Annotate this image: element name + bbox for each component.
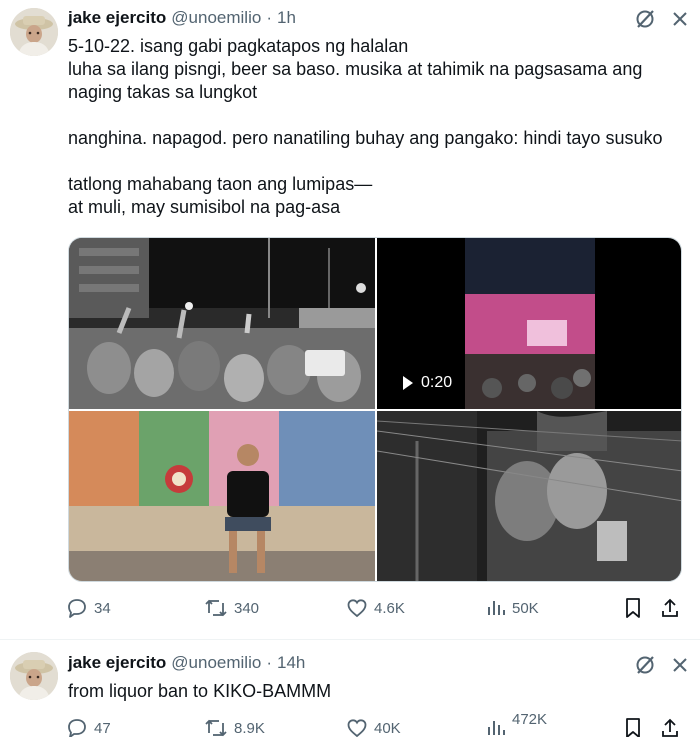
views-icon[interactable] — [486, 717, 506, 737]
like-count: 4.6K — [374, 599, 405, 617]
more-icon[interactable] — [670, 655, 690, 675]
tweet-text-line: at muli, may sumisibol na pag-asa — [68, 197, 341, 217]
tweet-text-line: tatlong mahabang taon ang lumipas— — [68, 174, 373, 194]
tweet-actions: 47 8.9K 40K 472K — [66, 711, 682, 737]
views-icon[interactable] — [486, 597, 506, 619]
bookmark-button[interactable] — [623, 597, 643, 619]
share-button[interactable] — [660, 717, 680, 737]
play-icon[interactable] — [403, 376, 413, 390]
tweet-header: jake ejercito @unoemilio · 1h — [68, 7, 296, 29]
reply-button[interactable]: 34 — [66, 597, 111, 619]
reply-button[interactable]: 47 — [66, 717, 111, 737]
separator-dot: · — [266, 653, 272, 672]
reply-icon[interactable] — [66, 597, 88, 619]
tweet-text-line: luha sa ilang pisngi, beer sa baso. musi… — [68, 59, 643, 102]
views-button[interactable]: 472K — [486, 711, 547, 737]
like-icon[interactable] — [346, 597, 368, 619]
like-icon[interactable] — [346, 717, 368, 737]
display-name[interactable]: jake ejercito — [68, 653, 166, 673]
media-photo-mural[interactable] — [69, 411, 375, 581]
grok-icon[interactable] — [634, 654, 656, 676]
share-button[interactable] — [660, 597, 680, 619]
views-button[interactable]: 50K — [486, 597, 539, 619]
media-grid: 0:20 — [68, 237, 682, 582]
media-video[interactable]: 0:20 — [377, 238, 681, 409]
retweet-icon[interactable] — [204, 717, 228, 737]
tweet[interactable]: jake ejercito @unoemilio · 1h 5-10-22. i… — [0, 0, 700, 640]
tweet-text-line: nanghina. napagod. pero nanatiling buhay… — [68, 128, 663, 148]
bookmark-icon[interactable] — [623, 597, 643, 619]
timestamp[interactable]: 1h — [277, 8, 296, 28]
tweet[interactable]: jake ejercito @unoemilio · 14h from liqu… — [0, 641, 700, 737]
reply-count: 47 — [94, 719, 111, 737]
views-count: 50K — [512, 599, 539, 617]
media-photo-building[interactable] — [377, 411, 681, 581]
views-count: 472K — [512, 710, 548, 728]
reply-icon[interactable] — [66, 717, 88, 737]
tweet-text-line: 5-10-22. isang gabi pagkatapos ng halala… — [68, 36, 409, 56]
avatar[interactable] — [10, 652, 58, 700]
video-overlay[interactable]: 0:20 — [403, 374, 452, 392]
retweet-count: 8.9K — [234, 719, 265, 737]
retweet-count: 340 — [234, 599, 260, 617]
tweet-text-line: from liquor ban to KIKO-BAMMM — [68, 681, 332, 701]
tweet-top-actions — [634, 654, 690, 676]
grok-icon[interactable] — [634, 8, 656, 30]
more-icon[interactable] — [670, 9, 690, 29]
tweet-text: 5-10-22. isang gabi pagkatapos ng halala… — [68, 35, 688, 219]
retweet-button[interactable]: 8.9K — [204, 717, 265, 737]
avatar[interactable] — [10, 8, 58, 56]
display-name[interactable]: jake ejercito — [68, 8, 166, 28]
user-handle[interactable]: @unoemilio — [171, 653, 261, 673]
timestamp[interactable]: 14h — [277, 653, 305, 673]
share-icon[interactable] — [660, 717, 680, 737]
like-button[interactable]: 40K — [346, 717, 401, 737]
tweet-actions: 34 340 4.6K 50K — [66, 597, 682, 623]
retweet-button[interactable]: 340 — [204, 597, 259, 619]
media-photo-crowd[interactable] — [69, 238, 375, 409]
video-duration: 0:20 — [421, 374, 453, 391]
separator-dot: · — [266, 8, 272, 27]
bookmark-icon[interactable] — [623, 717, 643, 737]
like-count: 40K — [374, 719, 401, 737]
share-icon[interactable] — [660, 597, 680, 619]
tweet-text: from liquor ban to KIKO-BAMMM — [68, 680, 688, 703]
tweet-top-actions — [634, 8, 690, 30]
tweet-header: jake ejercito @unoemilio · 14h — [68, 652, 305, 674]
user-handle[interactable]: @unoemilio — [171, 8, 261, 28]
like-button[interactable]: 4.6K — [346, 597, 405, 619]
reply-count: 34 — [94, 599, 111, 617]
retweet-icon[interactable] — [204, 597, 228, 619]
bookmark-button[interactable] — [623, 717, 643, 737]
